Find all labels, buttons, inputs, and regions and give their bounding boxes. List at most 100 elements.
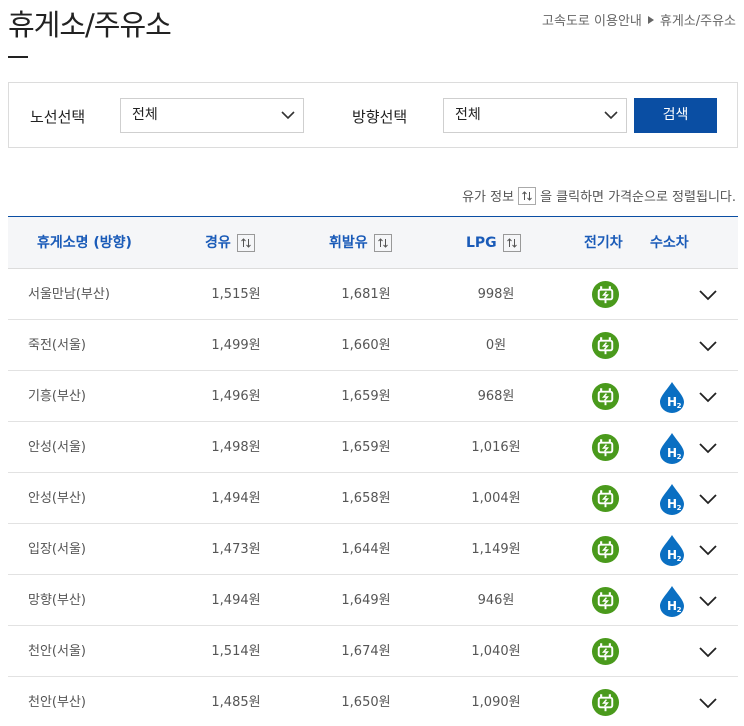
gasoline-price: 1,649원 [341,593,391,608]
chevron-down-icon[interactable] [697,590,719,612]
route-select-value: 전체 [132,107,158,123]
header-gasoline[interactable]: 휘발유 [329,217,392,269]
svg-text:2: 2 [677,555,682,563]
chevron-down-icon[interactable] [697,335,719,357]
rest-area-name[interactable]: 안성(부산) [28,473,86,524]
svg-text:H: H [667,599,677,613]
page-title: 휴게소/주유소 [8,8,172,42]
table-row[interactable]: 천안(부산) 1,485원 1,650원 1,090원 [8,677,738,726]
lpg-price: 1,004원 [471,491,521,506]
svg-text:H: H [667,497,677,511]
gasoline-price: 1,658원 [341,491,391,506]
rest-area-table: 휴게소명 (방향) 경유 휘발유 LPG 전기차 수소차 서울만남(부산) 1,5… [8,216,738,726]
hydrogen-drop-icon: H2 [659,534,685,566]
title-underline [8,56,28,58]
lpg-price: 1,149원 [471,542,521,557]
breadcrumb: 고속도로 이용안내 휴게소/주유소 [542,10,736,29]
header-ev-label: 전기차 [584,235,623,251]
rest-area-name[interactable]: 천안(서울) [28,626,86,677]
breadcrumb-item-current: 휴게소/주유소 [659,14,736,29]
chevron-down-icon[interactable] [697,437,719,459]
svg-text:2: 2 [677,402,682,410]
header-ev: 전기차 [584,217,623,269]
gasoline-price: 1,660원 [341,338,391,353]
table-row[interactable]: 천안(서울) 1,514원 1,674원 1,040원 [8,626,738,677]
table-row[interactable]: 죽전(서울) 1,499원 1,660원 0원 [8,320,738,371]
ev-charger-icon [591,637,620,666]
svg-text:2: 2 [677,504,682,512]
rest-area-name[interactable]: 안성(서울) [28,422,86,473]
diesel-price: 1,494원 [211,491,261,506]
hydrogen-drop-icon: H2 [659,432,685,464]
gasoline-price: 1,650원 [341,695,391,710]
ev-charger-icon [591,535,620,564]
table-row[interactable]: 기흥(부산) 1,496원 1,659원 968원 H 2 [8,371,738,422]
rest-area-name[interactable]: 기흥(부산) [28,371,86,422]
chevron-down-icon [604,111,618,120]
header-diesel[interactable]: 경유 [205,217,255,269]
hydrogen-drop-icon: H2 [659,483,685,515]
svg-text:2: 2 [677,606,682,614]
ev-charger-icon [591,484,620,513]
diesel-price: 1,473원 [211,542,261,557]
chevron-down-icon[interactable] [697,641,719,663]
rest-area-name[interactable]: 서울만남(부산) [28,269,110,320]
direction-label: 방향선택 [352,108,408,126]
ev-charger-icon [591,382,620,411]
route-select[interactable]: 전체 [120,98,304,133]
direction-select-value: 전체 [455,107,481,123]
rest-area-name[interactable]: 입장(서울) [28,524,86,575]
route-label: 노선선택 [30,108,86,126]
sort-toggle-icon[interactable] [373,234,392,252]
svg-text:H: H [667,446,677,460]
diesel-price: 1,485원 [211,695,261,710]
chevron-down-icon[interactable] [697,488,719,510]
lpg-price: 946원 [477,593,515,608]
gasoline-price: 1,659원 [341,389,391,404]
header-hydrogen-label: 수소차 [650,235,689,251]
header-name-label: 휴게소명 (방향) [37,235,132,251]
direction-select[interactable]: 전체 [443,98,627,133]
rest-area-name[interactable]: 천안(부산) [28,677,86,726]
lpg-price: 968원 [477,389,515,404]
table-row[interactable]: 서울만남(부산) 1,515원 1,681원 998원 [8,269,738,320]
hydrogen-drop-icon: H2 [659,381,685,413]
chevron-down-icon[interactable] [697,386,719,408]
hydrogen-drop-icon: H2 [659,585,685,617]
chevron-down-icon[interactable] [697,284,719,306]
diesel-price: 1,499원 [211,338,261,353]
filter-panel: 노선선택 전체 방향선택 전체 검색 [8,82,738,148]
header-gasoline-label: 휘발유 [329,235,368,251]
table-row[interactable]: 망향(부산) 1,494원 1,649원 946원 H 2 [8,575,738,626]
svg-text:2: 2 [677,453,682,461]
diesel-price: 1,514원 [211,644,261,659]
sort-notice: 유가 정보 을 클릭하면 가격순으로 정렬됩니다. [462,186,736,205]
gasoline-price: 1,644원 [341,542,391,557]
lpg-price: 1,016원 [471,440,521,455]
caret-right-icon [647,15,654,24]
header-name: 휴게소명 (방향) [37,217,132,269]
sort-toggle-icon [518,186,537,205]
gasoline-price: 1,681원 [341,287,391,302]
gasoline-price: 1,659원 [341,440,391,455]
table-row[interactable]: 안성(서울) 1,498원 1,659원 1,016원 H 2 [8,422,738,473]
diesel-price: 1,515원 [211,287,261,302]
search-button[interactable]: 검색 [634,98,717,133]
gasoline-price: 1,674원 [341,644,391,659]
header-lpg[interactable]: LPG [466,217,521,269]
table-row[interactable]: 안성(부산) 1,494원 1,658원 1,004원 H 2 [8,473,738,524]
rest-area-name[interactable]: 죽전(서울) [28,320,86,371]
breadcrumb-item-guide[interactable]: 고속도로 이용안내 [542,10,642,29]
chevron-down-icon[interactable] [697,539,719,561]
chevron-down-icon[interactable] [697,692,719,714]
header-lpg-label: LPG [466,235,497,251]
sort-toggle-icon[interactable] [502,234,521,252]
diesel-price: 1,498원 [211,440,261,455]
lpg-price: 1,040원 [471,644,521,659]
sort-toggle-icon[interactable] [236,234,255,252]
rest-area-name[interactable]: 망향(부산) [28,575,86,626]
ev-charger-icon [591,433,620,462]
table-row[interactable]: 입장(서울) 1,473원 1,644원 1,149원 H 2 [8,524,738,575]
diesel-price: 1,496원 [211,389,261,404]
lpg-price: 1,090원 [471,695,521,710]
